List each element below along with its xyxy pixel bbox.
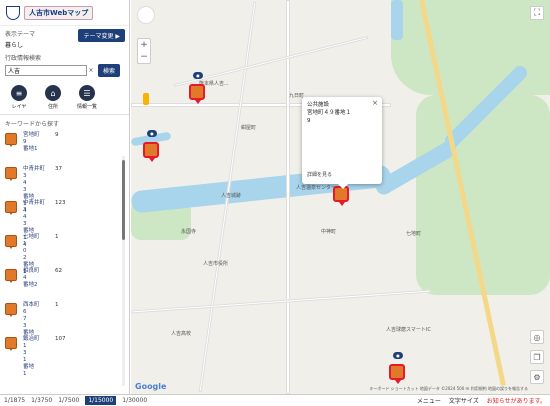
map-label: 人吉市役所 <box>203 261 229 267</box>
locate-icon[interactable]: ◎ <box>530 330 544 344</box>
map-label: 永国寺 <box>181 229 197 235</box>
result-name: 宮地町 9 番地1 <box>23 132 40 152</box>
list-item[interactable]: 宮地町 9 番地1 9 <box>0 130 129 164</box>
city-logo-icon <box>6 5 20 20</box>
change-theme-button[interactable]: テーマ変更 ▶ <box>78 29 125 42</box>
map-label: 人吉高校 <box>171 331 192 337</box>
result-count: 9 <box>55 132 59 138</box>
pegman-icon[interactable] <box>143 93 149 105</box>
marker-badge[interactable]: ● <box>147 130 157 137</box>
address-button[interactable]: ⌂ 住所 <box>42 85 64 110</box>
menu-button[interactable]: メニュー <box>417 396 441 405</box>
facility-map-pin[interactable] <box>333 186 351 206</box>
info-list-button[interactable]: ☰ 情報一覧 <box>76 85 98 110</box>
scale-option[interactable]: 1/3750 <box>31 397 52 404</box>
result-list: 宮地町 9 番地1 9 中青井町 3 4 3 番地 1 4 37 中青井町 3 4 … <box>0 130 129 376</box>
zoom-out-button[interactable]: − <box>140 52 148 62</box>
scroll-thumb[interactable] <box>122 160 125 240</box>
facility-pin-icon <box>5 133 17 147</box>
list-item[interactable]: 中青井町 3 4 3 番地 1 4 123 <box>0 198 129 248</box>
google-logo: Google <box>135 382 167 391</box>
list-item[interactable]: 中青井町 3 4 3 番地 1 4 37 <box>0 164 129 214</box>
zoom-control: + − <box>137 38 151 64</box>
settings-icon[interactable]: ⚙ <box>530 370 544 384</box>
facility-map-pin[interactable] <box>389 364 407 384</box>
scale-option[interactable]: 1/30000 <box>122 397 147 404</box>
result-count: 107 <box>55 336 66 342</box>
facility-pin-icon <box>5 201 17 215</box>
app-logo[interactable]: 人吉市Webマップ <box>0 0 129 26</box>
search-button[interactable]: 検索 <box>98 64 121 77</box>
close-icon[interactable]: × <box>372 99 378 107</box>
map-label: 紺屋町 <box>241 125 257 131</box>
list-icon: ☰ <box>79 85 95 101</box>
map-canvas[interactable]: 熊本県人吉... 九日町 紺屋町 人吉城跡 人吉市役所 人吉温泉センター 中神町… <box>131 0 550 394</box>
list-item[interactable]: 西本町 6 7 3 番地 1 <box>0 300 129 336</box>
scale-option[interactable]: 1/7500 <box>58 397 79 404</box>
info-popup: 公共施設 宮地町４９番地１ 9 × 詳細を見る <box>302 97 382 189</box>
marker-badge[interactable]: ● <box>393 352 403 359</box>
tool-buttons: ≡ レイヤ ⌂ 住所 ☰ 情報一覧 <box>0 79 129 115</box>
map-label: 中神町 <box>321 229 337 235</box>
forest-area <box>416 95 550 295</box>
layers-toggle-icon[interactable]: ❐ <box>530 350 544 364</box>
facility-map-pin[interactable] <box>189 84 207 104</box>
facility-pin-icon <box>5 337 17 351</box>
list-item[interactable]: 鍛冶町 1 3 1 番地 1 6 107 <box>0 334 129 376</box>
facility-pin-icon <box>5 303 17 317</box>
home-icon: ⌂ <box>45 85 61 101</box>
compass-icon[interactable] <box>137 6 155 24</box>
popup-count: 9 <box>307 118 311 124</box>
map-label: 七地町 <box>406 231 422 237</box>
result-name: 相良町 4 番地2 <box>23 268 40 288</box>
admin-search-section: 行政情報検索 × 検索 <box>0 48 129 79</box>
map-label: 人吉球磨スマートIC <box>386 327 431 333</box>
map-label: 人吉城跡 <box>221 193 242 199</box>
search-input[interactable] <box>5 65 87 76</box>
app-title: 人吉市Webマップ <box>24 5 94 20</box>
facility-map-pin[interactable] <box>143 142 161 162</box>
clear-icon[interactable]: × <box>87 67 95 74</box>
result-count: 1 <box>55 234 59 240</box>
facility-pin-icon <box>5 167 17 181</box>
zoom-in-button[interactable]: + <box>140 40 148 50</box>
result-count: 37 <box>55 166 62 172</box>
search-label: 行政情報検索 <box>5 55 42 62</box>
layers-icon: ≡ <box>11 85 27 101</box>
keyword-title: キーワードから探す <box>5 121 60 128</box>
theme-section: 表示テーマ 暮らし テーマ変更 ▶ <box>0 26 129 49</box>
fullscreen-button[interactable]: ⛶ <box>530 6 544 20</box>
forest-area <box>391 0 550 95</box>
popup-address: 宮地町４９番地１ <box>307 110 352 116</box>
sidebar: 人吉市Webマップ 表示テーマ 暮らし テーマ変更 ▶ 行政情報検索 × 検索 … <box>0 0 130 394</box>
list-item[interactable]: 相良町 4 番地2 62 <box>0 266 129 300</box>
map-attribution: キーボード ショートカット 地図データ ©2024 500 m 利用規約 地図の… <box>369 386 528 391</box>
result-count: 62 <box>55 268 62 274</box>
bottom-bar: 1/1875 1/3750 1/7500 1/15000 1/30000 メニュ… <box>0 394 550 406</box>
result-name: 西本町 6 7 3 番地 <box>23 302 40 336</box>
notice-link[interactable]: お知らせがあります。 <box>487 396 546 405</box>
scale-option-active[interactable]: 1/15000 <box>85 396 117 405</box>
facility-pin-icon <box>5 235 17 249</box>
result-count: 123 <box>55 200 66 206</box>
list-item[interactable]: 七地町 1 0 2 番地 11 <box>0 232 129 275</box>
result-count: 1 <box>55 302 59 308</box>
result-name: 鍛冶町 1 3 1 番地 1 6 <box>23 336 40 376</box>
layer-button[interactable]: ≡ レイヤ <box>8 85 30 110</box>
list-scrollbar[interactable] <box>122 156 125 386</box>
popup-category: 公共施設 <box>307 102 330 108</box>
details-link[interactable]: 詳細を見る <box>307 171 332 179</box>
map-label: 人吉温泉センター <box>296 185 337 191</box>
marker-badge[interactable]: ● <box>193 72 203 79</box>
scale-option[interactable]: 1/1875 <box>4 397 25 404</box>
font-size-button[interactable]: 文字サイズ <box>449 396 479 405</box>
road <box>131 289 431 314</box>
layer-label: レイヤ <box>11 104 27 110</box>
stream <box>391 0 403 40</box>
facility-pin-icon <box>5 269 17 283</box>
address-label: 住所 <box>47 104 58 110</box>
info-list-label: 情報一覧 <box>76 104 97 110</box>
